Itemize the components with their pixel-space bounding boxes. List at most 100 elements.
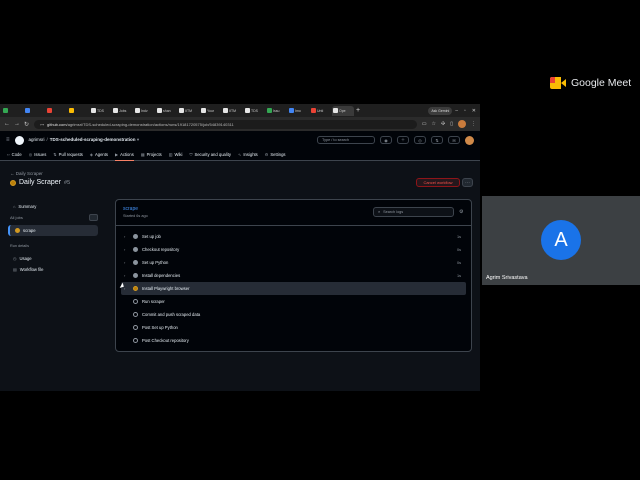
- pr-icon: ⇅: [53, 152, 57, 157]
- tab-label: Code: [11, 152, 22, 157]
- browser-tab[interactable]: [46, 106, 67, 116]
- url-input[interactable]: ⊶ github.com/agrimsri/TDS-scheduled-scra…: [34, 119, 417, 129]
- sidebar-item-label: Workflow file: [19, 267, 44, 272]
- repo-switch-chevron-icon[interactable]: ▾: [137, 137, 139, 142]
- job-step[interactable]: › Set up Python 0s: [121, 256, 466, 269]
- site-info-icon[interactable]: ⊶: [40, 122, 44, 127]
- extensions-icon[interactable]: ✣: [441, 121, 445, 127]
- browser-menu-icon[interactable]: ⋮: [471, 121, 476, 127]
- sidebar-item-workflow-file[interactable]: ▤ Workflow file: [8, 264, 98, 275]
- log-settings-gear-icon[interactable]: ⚙: [459, 209, 463, 215]
- cast-icon[interactable]: ▭: [422, 121, 427, 127]
- back-to-workflow-link[interactable]: ← Daily Scraper: [10, 171, 70, 176]
- maximize-icon[interactable]: ▫: [464, 108, 466, 114]
- more-options-icon[interactable]: ⋯: [462, 178, 473, 187]
- job-step[interactable]: Post Set up Python: [121, 321, 466, 334]
- github-search-input[interactable]: Type / to search: [317, 136, 375, 144]
- copilot-icon[interactable]: ◉: [380, 136, 392, 144]
- participant-tile[interactable]: A Agrim Srivastava: [482, 196, 640, 285]
- close-icon[interactable]: ✕: [472, 108, 476, 114]
- browser-tab[interactable]: IITM: [222, 106, 243, 116]
- job-step[interactable]: Post Checkout repository: [121, 334, 466, 347]
- tab-label: Projects: [146, 152, 162, 157]
- browser-tab[interactable]: shan: [156, 106, 177, 116]
- chevron-right-icon[interactable]: ›: [124, 286, 130, 291]
- browser-tab[interactable]: Your: [200, 106, 221, 116]
- user-avatar[interactable]: [465, 135, 474, 145]
- github-logo-icon[interactable]: [14, 135, 24, 145]
- job-step[interactable]: Commit and push scraped data: [121, 308, 466, 321]
- tab-issues[interactable]: ◎ Issues: [29, 149, 47, 161]
- issues-icon[interactable]: ◎: [414, 136, 426, 144]
- tab-wiki[interactable]: ▥ Wiki: [169, 149, 183, 161]
- browser-tab[interactable]: Indv: [134, 106, 155, 116]
- browser-tab[interactable]: Unti: [310, 106, 331, 116]
- browser-tab[interactable]: Issu: [266, 106, 287, 116]
- reload-icon[interactable]: ↻: [24, 121, 29, 128]
- step-running-icon: [133, 286, 138, 291]
- sidebar-item-label: Summary: [18, 204, 37, 209]
- browser-tab-label: Issu: [273, 108, 280, 113]
- tab-insights[interactable]: ∿ Insights: [238, 149, 258, 161]
- browser-tab[interactable]: [2, 106, 23, 116]
- sidebar-item-usage[interactable]: ◷ Usage: [8, 253, 98, 264]
- forward-arrow-icon[interactable]: →: [14, 121, 20, 127]
- chevron-right-icon[interactable]: ›: [124, 273, 130, 278]
- tab-pull-requests[interactable]: ⇅ Pull requests: [53, 149, 83, 161]
- back-arrow-icon[interactable]: ←: [4, 121, 10, 127]
- tab-settings[interactable]: ⚙ Settings: [265, 149, 286, 161]
- sidebar-job-scrape[interactable]: scrape: [8, 225, 98, 236]
- browser-tab-label: IITM: [229, 108, 236, 113]
- repo-name-link[interactable]: TDS-scheduled-scraping-demonstration: [50, 137, 136, 142]
- app-icon: [289, 108, 294, 113]
- browser-tab[interactable]: TDS: [90, 106, 111, 116]
- ask-gemini-button[interactable]: Ask Gemini: [428, 106, 453, 115]
- github-icon: [113, 108, 118, 113]
- browser-tab[interactable]: Imo: [288, 106, 309, 116]
- cancel-workflow-button[interactable]: Cancel workflow: [416, 178, 460, 187]
- meet-logo-text: Google Meet: [571, 77, 632, 89]
- job-step-label: Checkout repository: [142, 247, 180, 252]
- browser-tab-label: shan: [163, 108, 171, 113]
- job-step[interactable]: › Install dependencies 1s: [121, 269, 466, 282]
- job-step-duration: 0s: [456, 260, 461, 265]
- participant-avatar: A: [541, 220, 581, 260]
- meet-window: Google Meet A Agrim Srivastava TDS Jobs In…: [0, 0, 640, 480]
- job-step-label: Set up job: [142, 234, 161, 239]
- new-tab-button[interactable]: +: [355, 106, 363, 116]
- browser-tab[interactable]: IITM: [178, 106, 199, 116]
- browser-tab[interactable]: Ope: [332, 105, 354, 116]
- minimize-icon[interactable]: –: [455, 108, 458, 114]
- browser-tab[interactable]: Jobs: [112, 106, 133, 116]
- browser-tab-label: Ope: [339, 108, 346, 113]
- table-icon: ▦: [140, 152, 145, 157]
- create-new-icon[interactable]: ＋: [397, 136, 409, 144]
- chevron-right-icon[interactable]: ›: [124, 260, 130, 265]
- search-logs-input[interactable]: ⌕ Search logs: [373, 207, 454, 217]
- tab-agents[interactable]: ◈ Agents: [90, 149, 108, 161]
- filter-jobs-button[interactable]: [89, 214, 98, 221]
- job-step[interactable]: Run scraper: [121, 295, 466, 308]
- tab-security-and-quality[interactable]: ⛉ Security and quality: [189, 149, 231, 161]
- tab-code[interactable]: ‹› Code: [7, 149, 22, 161]
- chevron-right-icon[interactable]: ›: [124, 234, 130, 239]
- browser-tab[interactable]: [24, 106, 45, 116]
- browser-profile-avatar[interactable]: [458, 120, 466, 128]
- shared-screen: TDS Jobs Indv shan IITM Your IITM TDS Issu Imo Unt…: [0, 104, 480, 391]
- repo-owner-link[interactable]: agrimsri: [29, 137, 45, 142]
- tab-projects[interactable]: ▦ Projects: [141, 149, 162, 161]
- sidebar-item-summary[interactable]: ⌂ Summary: [8, 201, 98, 212]
- browser-tab[interactable]: [68, 106, 89, 116]
- inbox-icon[interactable]: ✉: [448, 136, 460, 144]
- url-path: /agrimsri/TDS-scheduled-scraping-demonst…: [66, 121, 234, 127]
- bookmark-star-icon[interactable]: ☆: [432, 121, 436, 127]
- split-icon[interactable]: ▯: [450, 121, 453, 127]
- job-step[interactable]: › Checkout repository 0s: [121, 243, 466, 256]
- chevron-right-icon[interactable]: ›: [124, 247, 130, 252]
- browser-tab[interactable]: TDS: [244, 106, 265, 116]
- job-step[interactable]: › Set up job 1s: [121, 230, 466, 243]
- hamburger-menu-icon[interactable]: ≡: [6, 137, 10, 143]
- pull-requests-icon[interactable]: ⇅: [431, 136, 443, 144]
- tab-actions[interactable]: ▶ Actions: [115, 149, 134, 161]
- job-step[interactable]: › Install Playwright browser: [121, 282, 466, 295]
